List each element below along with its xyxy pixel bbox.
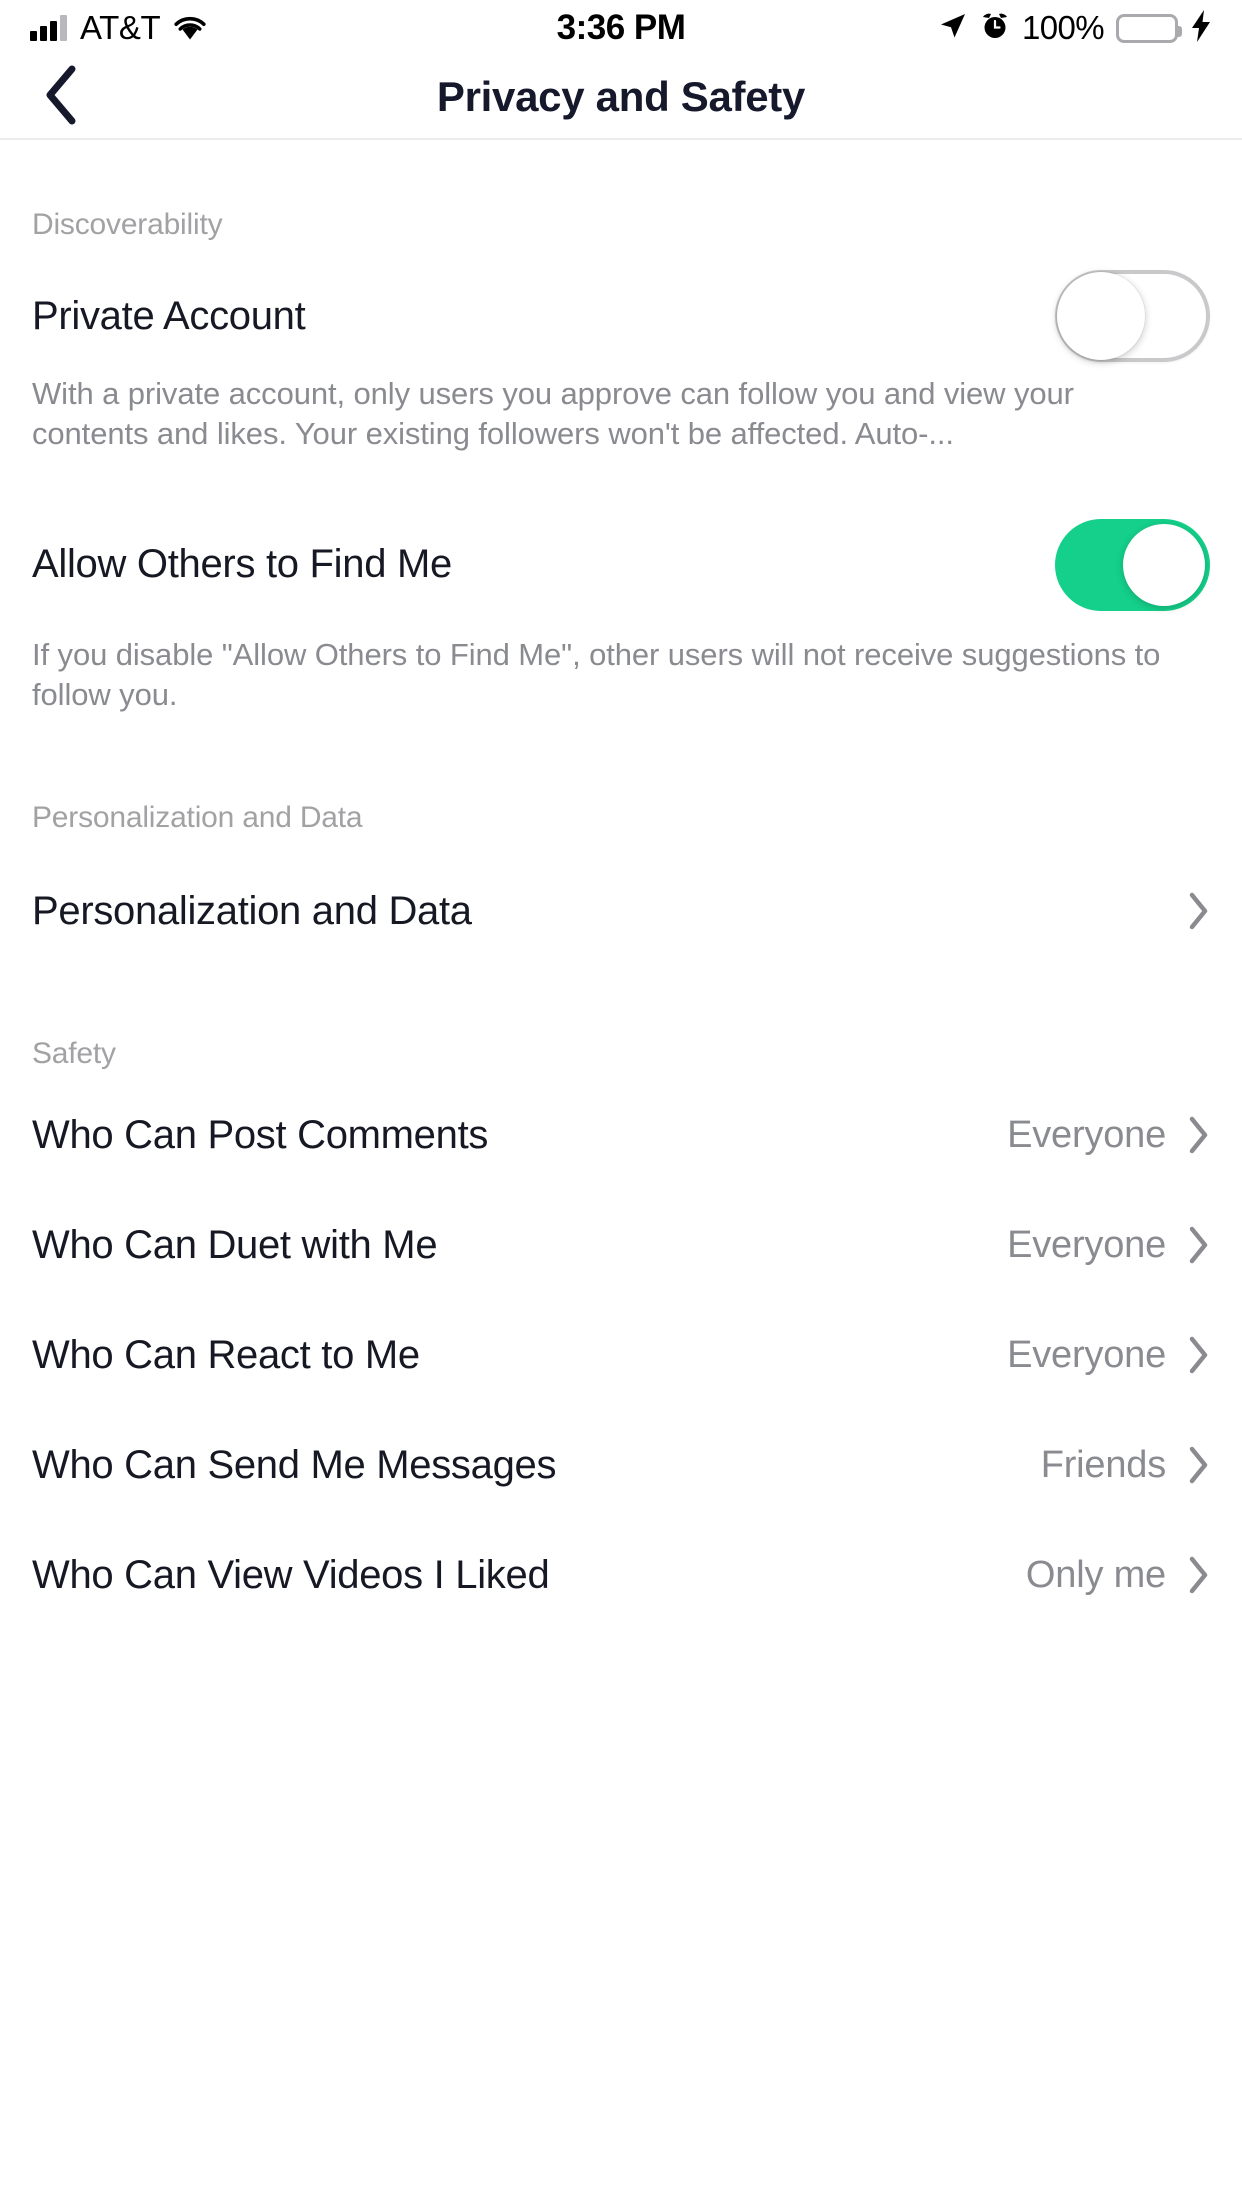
back-button[interactable] (26, 62, 96, 132)
settings-list: Discoverability Private Account With a p… (0, 140, 1242, 1623)
row-who-can-view-videos-i-liked[interactable]: Who Can View Videos I Liked Only me (32, 1527, 1210, 1623)
row-allow-others-to-find-me[interactable]: Allow Others to Find Me (32, 517, 1210, 613)
row-value: Friends (1040, 1443, 1167, 1486)
row-private-account[interactable]: Private Account (32, 268, 1210, 364)
row-label: Private Account (32, 293, 306, 338)
row-accessory: Only me (1026, 1554, 1210, 1597)
page-title: Privacy and Safety (436, 73, 806, 120)
section-header-safety: Safety (32, 1037, 116, 1071)
row-who-can-react-to-me[interactable]: Who Can React to Me Everyone (32, 1307, 1210, 1403)
section-header-personalization: Personalization and Data (32, 801, 363, 835)
row-label: Who Can View Videos I Liked (32, 1552, 550, 1597)
row-label: Who Can React to Me (32, 1332, 420, 1377)
chevron-right-icon (1188, 1445, 1210, 1485)
private-account-description: With a private account, only users you a… (32, 376, 1074, 452)
row-label: Who Can Post Comments (32, 1112, 489, 1157)
row-label: Who Can Send Me Messages (32, 1442, 557, 1487)
alarm-clock-icon (980, 11, 1010, 46)
status-bar-right: 100% (938, 9, 1212, 47)
battery-percent-label: 100% (1021, 9, 1105, 46)
toggle-knob (1123, 523, 1205, 606)
battery-icon (1116, 13, 1182, 43)
location-arrow-icon (938, 11, 968, 46)
allow-others-to-find-me-toggle[interactable] (1055, 518, 1210, 611)
row-accessory: Friends (1041, 1444, 1210, 1487)
row-value: Only me (1025, 1553, 1166, 1596)
chevron-right-icon (1188, 1555, 1210, 1595)
private-account-toggle[interactable] (1055, 270, 1210, 362)
nav-bar: Privacy and Safety (0, 56, 1242, 140)
chevron-right-icon (1188, 891, 1210, 931)
row-value: Everyone (1007, 1223, 1166, 1266)
row-label: Who Can Duet with Me (32, 1222, 438, 1267)
row-label: Allow Others to Find Me (32, 542, 452, 587)
app-screen: AT&T 3:36 PM 100% Privacy and Safety Dis… (0, 0, 1242, 2208)
section-header-discoverability: Discoverability (32, 208, 223, 241)
back-chevron-icon (42, 64, 80, 131)
lightning-bolt-icon (1190, 9, 1212, 47)
row-value: Everyone (1007, 1113, 1166, 1156)
row-who-can-duet-with-me[interactable]: Who Can Duet with Me Everyone (32, 1197, 1210, 1293)
row-accessory: Everyone (1007, 1224, 1210, 1267)
row-value: Everyone (1007, 1333, 1166, 1376)
chevron-right-icon (1188, 1225, 1210, 1265)
row-who-can-send-me-messages[interactable]: Who Can Send Me Messages Friends (32, 1417, 1210, 1513)
status-bar: AT&T 3:36 PM 100% (0, 0, 1242, 56)
chevron-right-icon (1188, 1335, 1210, 1375)
row-personalization-and-data[interactable]: Personalization and Data (32, 863, 1210, 959)
chevron-right-icon (1188, 1115, 1210, 1155)
row-label: Personalization and Data (32, 888, 472, 933)
toggle-knob (1057, 272, 1145, 360)
row-accessory: Everyone (1007, 1334, 1210, 1377)
row-who-can-post-comments[interactable]: Who Can Post Comments Everyone (32, 1087, 1210, 1183)
allow-others-description: If you disable "Allow Others to Find Me"… (32, 636, 1161, 712)
row-accessory: Everyone (1007, 1114, 1210, 1157)
row-accessory (1188, 891, 1210, 931)
